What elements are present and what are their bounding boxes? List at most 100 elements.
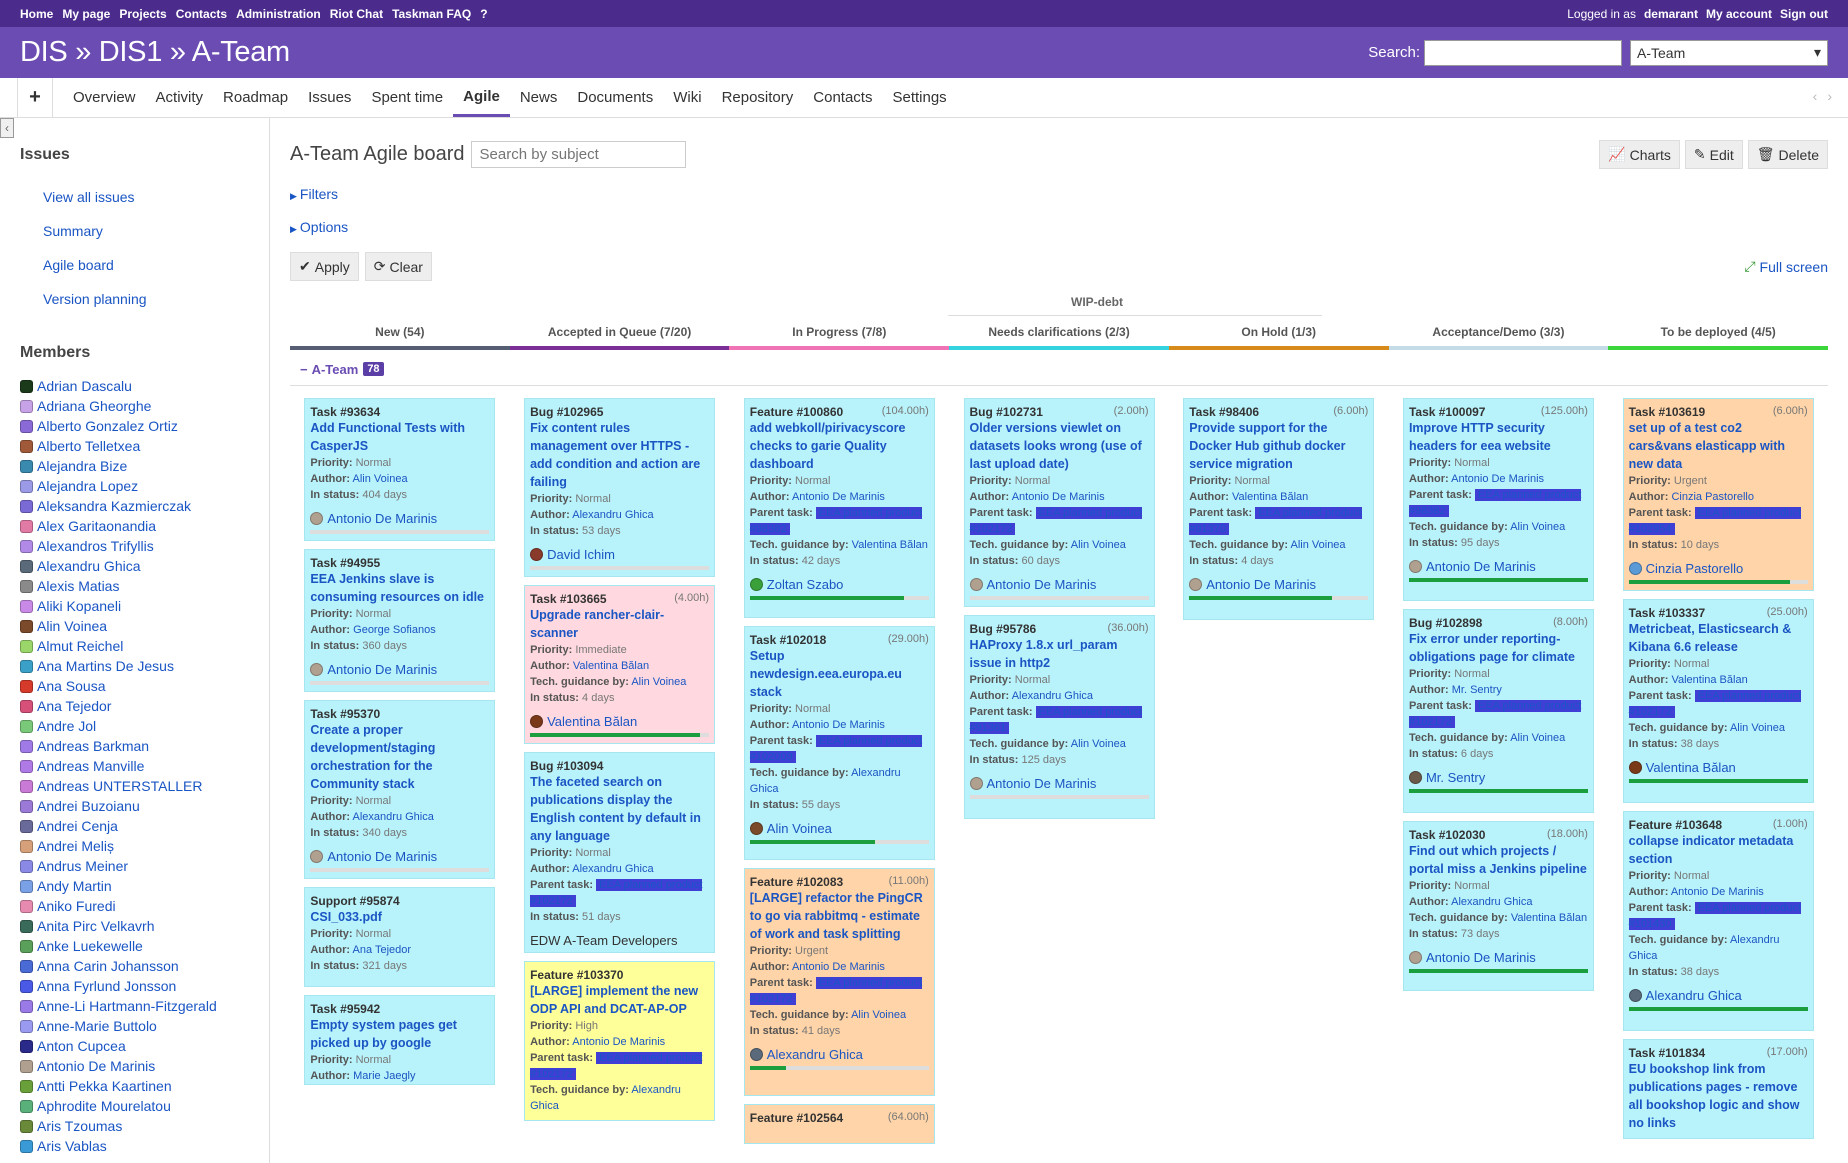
card-author-value[interactable]: Antonio De Marinis <box>1012 491 1105 503</box>
issue-id[interactable]: Feature #103648 <box>1629 818 1722 832</box>
apply-button[interactable]: ✔ Apply <box>290 252 359 281</box>
issue-card[interactable]: Task #94955 EEA Jenkins slave is consumin… <box>304 549 496 692</box>
tab-wiki[interactable]: Wiki <box>663 78 711 117</box>
assignee-name[interactable]: Antonio De Marinis <box>1426 950 1536 965</box>
card-author-value[interactable]: Alexandru Ghica <box>1012 690 1093 702</box>
member-name[interactable]: Alin Voinea <box>37 618 107 634</box>
card-guidance-value[interactable]: Alin Voinea <box>1510 732 1565 744</box>
card-author-value[interactable]: Antonio De Marinis <box>792 961 885 973</box>
card-author-value[interactable]: Marie Jaegly <box>353 1070 415 1082</box>
issue-subject[interactable]: add webkoll/pirivacyscore checks to gari… <box>750 419 929 473</box>
tab-overview[interactable]: Overview <box>63 78 146 117</box>
member-name[interactable]: Andre Jol <box>37 718 96 734</box>
tab-repository[interactable]: Repository <box>712 78 804 117</box>
member-item[interactable]: Alejandra Bize <box>20 456 249 476</box>
delete-button[interactable]: 🗑 Delete <box>1747 140 1828 169</box>
member-name[interactable]: Ana Tejedor <box>37 698 111 714</box>
card-assignee[interactable]: Antonio De Marinis <box>1189 577 1368 592</box>
member-name[interactable]: Anton Cupcea <box>37 1038 126 1054</box>
issue-subject[interactable]: Metricbeat, Elasticsearch & Kibana 6.6 r… <box>1629 620 1808 656</box>
card-guidance-value[interactable]: Alin Voinea <box>1071 738 1126 750</box>
filters-toggle[interactable]: ▶ Filters <box>290 186 1828 202</box>
issue-id[interactable]: Task #103337 <box>1629 606 1706 620</box>
issue-card[interactable]: Feature #103370 [LARGE] implement the new… <box>524 961 716 1121</box>
member-item[interactable]: Aniko Furedi <box>20 896 249 916</box>
issue-subject[interactable]: Add Functional Tests with CasperJS <box>310 419 489 455</box>
member-item[interactable]: Adriana Gheorghe <box>20 396 249 416</box>
issue-id[interactable]: Feature #102564 <box>750 1111 843 1125</box>
assignee-name[interactable]: David Ichim <box>547 547 615 562</box>
card-assignee[interactable]: Antonio De Marinis <box>310 849 489 864</box>
card-guidance-value[interactable]: Valentina Bălan <box>1511 912 1587 924</box>
charts-button[interactable]: 📈 Charts <box>1599 140 1680 169</box>
issue-subject[interactable]: set up of a test co2 cars&vans elasticap… <box>1629 419 1808 473</box>
card-author-value[interactable]: Alexandru Ghica <box>1451 896 1532 908</box>
member-name[interactable]: Anna Fyrlund Jonsson <box>37 978 176 994</box>
card-guidance-value[interactable]: Alin Voinea <box>851 1009 906 1021</box>
issue-card[interactable]: Bug #102731 (2.00h) Older versions viewlet… <box>963 398 1155 607</box>
assignee-name[interactable]: Alin Voinea <box>767 821 832 836</box>
member-name[interactable]: Aris Vablas <box>37 1138 107 1154</box>
card-author-value[interactable]: George Sofianos <box>353 624 436 636</box>
issue-id[interactable]: Task #94955 <box>310 556 380 570</box>
member-name[interactable]: Anne-Marie Buttolo <box>37 1018 157 1034</box>
card-author-value[interactable]: Antonio De Marinis <box>1671 886 1764 898</box>
member-item[interactable]: Aris Vablas <box>20 1136 249 1156</box>
issue-card[interactable]: Task #103665 (4.00h) Upgrade rancher-clair… <box>524 585 716 744</box>
card-author-value[interactable]: Ana Tejedor <box>353 944 412 956</box>
card-author-value[interactable]: Antonio De Marinis <box>792 719 885 731</box>
issue-card[interactable]: Task #98406 (6.00h) Provide support for th… <box>1183 398 1375 620</box>
issue-id[interactable]: Task #95370 <box>310 707 380 721</box>
project-select[interactable]: A-Team ▾ <box>1630 39 1828 66</box>
card-author-value[interactable]: Antonio De Marinis <box>792 491 885 503</box>
issue-card[interactable]: Task #93634 Add Functional Tests with Cas… <box>304 398 496 541</box>
assignee-name[interactable]: Valentina Bălan <box>547 714 637 729</box>
issue-id[interactable]: Bug #102965 <box>530 405 603 419</box>
member-name[interactable]: Alexandros Trifyllis <box>37 538 154 554</box>
assignee-name[interactable]: Alexandru Ghica <box>767 1047 863 1062</box>
issue-id[interactable]: Task #93634 <box>310 405 380 419</box>
issue-id[interactable]: Task #102018 <box>750 633 827 647</box>
member-name[interactable]: Adrian Dascalu <box>37 378 132 394</box>
issue-id[interactable]: Bug #102898 <box>1409 616 1482 630</box>
card-guidance-value[interactable]: Valentina Bălan <box>852 539 928 551</box>
member-item[interactable]: Andrei Meliș <box>20 836 249 856</box>
collapse-sidebar-icon[interactable]: ‹ <box>0 118 14 138</box>
card-author-value[interactable]: Antonio De Marinis <box>572 1036 665 1048</box>
member-name[interactable]: Aris Tzoumas <box>37 1118 122 1134</box>
assignee-name[interactable]: Antonio De Marinis <box>327 849 437 864</box>
clear-button[interactable]: ⟳ Clear <box>364 252 432 281</box>
member-item[interactable]: Ana Tejedor <box>20 696 249 716</box>
member-name[interactable]: Andreas Barkman <box>37 738 149 754</box>
member-name[interactable]: Andrus Meiner <box>37 858 128 874</box>
card-assignee[interactable]: Antonio De Marinis <box>969 776 1149 791</box>
issue-subject[interactable]: Provide support for the Docker Hub githu… <box>1189 419 1368 473</box>
tab-documents[interactable]: Documents <box>567 78 663 117</box>
member-name[interactable]: Anita Pirc Velkavrh <box>37 918 155 934</box>
issue-subject[interactable]: EEA Jenkins slave is consuming resources… <box>310 570 489 606</box>
tab-activity[interactable]: Activity <box>146 78 214 117</box>
member-name[interactable]: Anne-Li Hartmann-Fitzgerald <box>37 998 217 1014</box>
member-item[interactable]: Aleksandra Kazmierczak <box>20 496 249 516</box>
member-name[interactable]: Almut Reichel <box>37 638 123 654</box>
member-name[interactable]: Alexis Matias <box>37 578 119 594</box>
issue-id[interactable]: Support #95874 <box>310 894 399 908</box>
tab-scroll-arrows[interactable]: ‹› <box>1813 88 1842 104</box>
member-item[interactable]: Antonio De Marinis <box>20 1056 249 1076</box>
issue-subject[interactable]: HAProxy 1.8.x url_param issue in http2 <box>970 636 1149 672</box>
member-name[interactable]: Alejandra Lopez <box>37 478 138 494</box>
issue-card[interactable]: Feature #100860 (104.00h) add webkoll/piri… <box>743 398 935 618</box>
member-item[interactable]: Alex Garitaonandia <box>20 516 249 536</box>
assignee-name[interactable]: Antonio De Marinis <box>1206 577 1316 592</box>
issue-card[interactable]: Task #103619 (6.00h) set up of a test co2 … <box>1622 398 1814 591</box>
card-assignee[interactable]: Valentina Bălan <box>530 714 709 729</box>
card-assignee[interactable]: Antonio De Marinis <box>310 511 489 526</box>
member-item[interactable]: Antti Pekka Kaartinen <box>20 1076 249 1096</box>
member-item[interactable]: Andrus Meiner <box>20 856 249 876</box>
assignee-name[interactable]: Antonio De Marinis <box>1426 559 1536 574</box>
card-author-value[interactable]: Alexandru Ghica <box>572 863 653 875</box>
card-assignee[interactable]: Mr. Sentry <box>1408 770 1588 785</box>
issue-card[interactable]: Bug #103094 The faceted search on publica… <box>524 752 716 953</box>
member-item[interactable]: Ana Martins De Jesus <box>20 656 249 676</box>
sidebar-link-agile-board[interactable]: Agile board <box>43 257 114 273</box>
